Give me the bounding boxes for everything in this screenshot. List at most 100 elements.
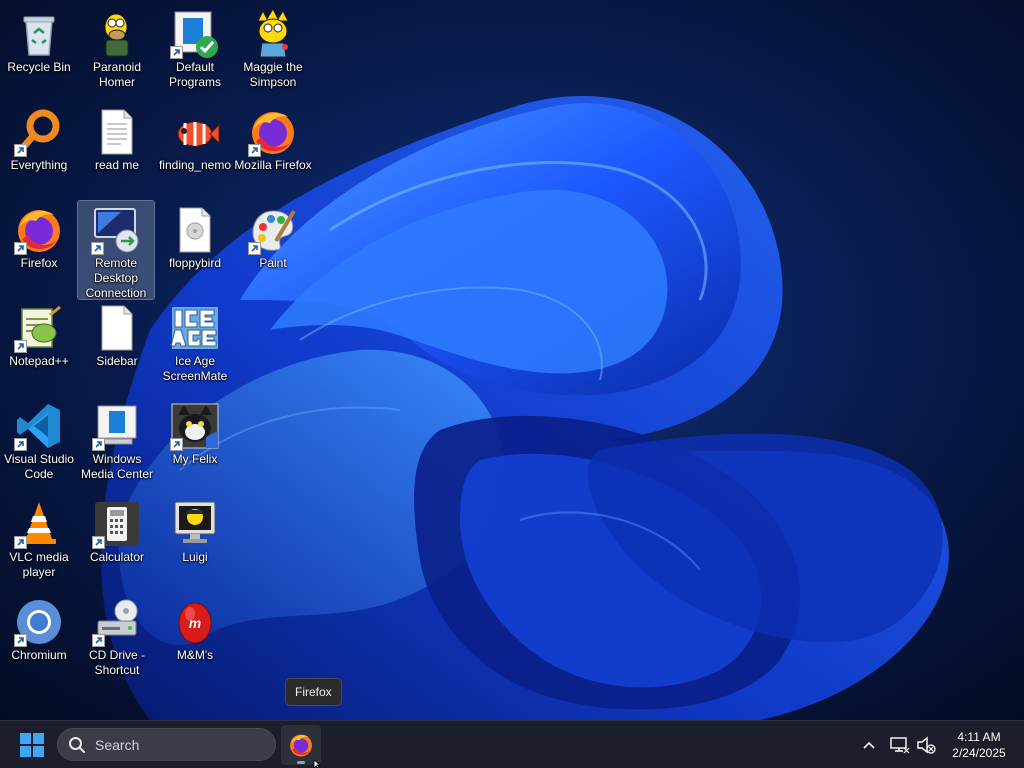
network-status-button[interactable] [889,734,911,756]
clock-time: 4:11 AM [957,730,1001,744]
unknown-file-icon [170,205,220,255]
taskbar-search-box[interactable]: Search [57,728,276,761]
desktop-icon-label: Default Programs [168,60,221,89]
cd-drive-icon [92,597,142,647]
desktop-icon-my-felix[interactable]: My Felix [157,397,233,493]
desktop-icon-mozilla-firefox[interactable]: Mozilla Firefox [234,103,312,199]
maggie-simpson-icon [248,9,298,59]
firefox-icon [290,734,312,757]
shortcut-arrow-icon [92,438,105,451]
desktop-icon-label: floppybird [168,256,222,270]
desktop-icon-cd-drive-shortcut[interactable]: CD Drive - Shortcut [79,593,155,689]
desktop-icon-label: Sidebar [96,354,138,368]
shortcut-arrow-icon [14,144,27,157]
desktop-icon-luigi[interactable]: Luigi [157,495,233,591]
volume-muted-icon [917,736,936,754]
shortcut-arrow-icon [91,242,104,255]
desktop-icon-label: Ice Age ScreenMate [162,354,228,383]
desktop-icon-label: Notepad++ [9,354,69,368]
chevron-up-icon [863,741,875,749]
running-indicator [297,761,305,764]
shortcut-arrow-icon [14,438,27,451]
network-icon [890,737,910,754]
shortcut-arrow-icon [14,536,27,549]
desktop: Recycle Bin Everything Firefox Notepad++… [0,0,1024,720]
desktop-icon-label: Windows Media Center [80,452,154,481]
desktop-icon-label: Chromium [11,648,67,662]
taskbar-clock[interactable]: 4:11 AM 2/24/2025 [941,729,1017,761]
desktop-icon-vlc-media-player[interactable]: VLC media player [1,495,77,591]
shortcut-arrow-icon [170,438,183,451]
windows-media-center-icon [92,401,142,451]
recycle-bin-icon [14,9,64,59]
nemo-fish-icon [170,107,220,157]
notepad-plus-plus-icon [14,303,64,353]
shortcut-arrow-icon [92,536,105,549]
desktop-icon-label: Luigi [182,550,208,564]
desktop-icon-mms[interactable]: m M&M's [157,593,233,689]
mouse-cursor-icon [313,760,322,768]
firefox-icon [248,107,298,157]
firefox-icon [14,205,64,255]
desktop-icon-label: Calculator [89,550,145,564]
desktop-icon-remote-desktop-connection[interactable]: Remote Desktop Connection [77,200,155,300]
desktop-icon-read-me[interactable]: read me [79,103,155,199]
desktop-icon-finding-nemo[interactable]: finding_nemo [157,103,233,199]
felix-cat-icon [170,401,220,451]
desktop-icon-label: Remote Desktop Connection [85,256,147,300]
desktop-icon-floppybird[interactable]: floppybird [157,201,233,297]
desktop-icon-label: Recycle Bin [7,60,71,74]
desktop-icon-label: Paranoid Homer [92,60,142,89]
desktop-icon-label: Firefox [20,256,58,270]
vlc-cone-icon [14,499,64,549]
desktop-icon-label: Mozilla Firefox [234,158,312,172]
desktop-icon-notepad-plus-plus[interactable]: Notepad++ [1,299,77,395]
desktop-icon-label: My Felix [172,452,218,466]
desktop-icon-everything[interactable]: Everything [1,103,77,199]
desktop-icon-default-programs[interactable]: Default Programs [157,5,233,101]
desktop-icon-windows-media-center[interactable]: Windows Media Center [79,397,155,493]
desktop-icon-label: Maggie the Simpson [243,60,303,89]
ice-age-logo-icon [170,303,220,353]
desktop-icon-visual-studio-code[interactable]: Visual Studio Code [1,397,77,493]
windows-logo-icon [20,733,44,757]
svg-text:m: m [189,615,201,631]
desktop-icon-label: M&M's [176,648,214,662]
desktop-icon-calculator[interactable]: Calculator [79,495,155,591]
desktop-icon-maggie-the-simpson[interactable]: Maggie the Simpson [235,5,311,101]
search-icon [69,736,85,753]
paint-palette-icon [248,205,298,255]
shortcut-arrow-icon [248,242,261,255]
shortcut-arrow-icon [14,340,27,353]
remote-desktop-icon [91,205,141,255]
chromium-icon [14,597,64,647]
volume-button[interactable] [915,734,937,756]
desktop-icon-sidebar[interactable]: Sidebar [79,299,155,395]
desktop-icon-label: Everything [10,158,68,172]
desktop-icon-firefox[interactable]: Firefox [1,201,77,297]
desktop-icon-label: Paint [259,256,287,270]
everything-search-icon [14,107,64,157]
desktop-icon-paranoid-homer[interactable]: Paranoid Homer [79,5,155,101]
desktop-icon-label: finding_nemo [158,158,232,172]
taskbar-firefox-button[interactable] [281,725,321,765]
shortcut-arrow-icon [170,46,183,59]
taskbar: Search 4:11 AM 2/24/2025 [0,720,1024,768]
desktop-icon-label: read me [94,158,140,172]
shortcut-arrow-icon [14,634,27,647]
show-hidden-icons-button[interactable] [858,734,880,756]
desktop-icon-recycle-bin[interactable]: Recycle Bin [1,5,77,101]
desktop-icon-chromium[interactable]: Chromium [1,593,77,689]
start-button[interactable] [14,730,50,760]
desktop-icon-label: Visual Studio Code [4,452,74,481]
luigi-monitor-icon [170,499,220,549]
firefox-taskbar-tooltip: Firefox [285,678,342,706]
blank-file-icon [92,303,142,353]
clock-date: 2/24/2025 [952,746,1006,760]
shortcut-arrow-icon [248,144,261,157]
mms-candy-icon: m [170,597,220,647]
desktop-icon-paint[interactable]: Paint [235,201,311,297]
homer-simpson-icon [92,9,142,59]
search-label: Search [95,736,140,753]
desktop-icon-ice-age-screenmate[interactable]: Ice Age ScreenMate [157,299,233,395]
